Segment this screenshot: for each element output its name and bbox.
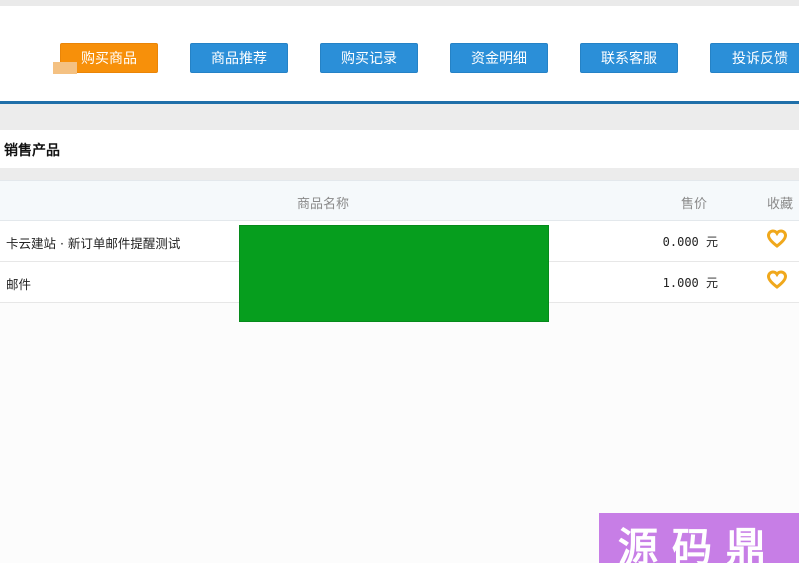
watermark-text: 源码鼎 — [618, 525, 780, 563]
divider-band — [0, 168, 799, 180]
divider-band — [0, 104, 799, 130]
recommended-products-button[interactable]: 商品推荐 — [190, 43, 288, 73]
button-badge — [53, 62, 77, 74]
redaction-overlay — [239, 225, 549, 322]
page-title: 销售产品 — [4, 143, 60, 159]
complaint-feedback-button[interactable]: 投诉反馈 — [710, 43, 799, 73]
product-price: 0.000 元 — [662, 235, 718, 249]
column-header-favorite: 收藏 — [767, 197, 794, 212]
column-header-price: 售价 — [681, 197, 708, 212]
purchase-records-button[interactable]: 购买记录 — [320, 43, 418, 73]
section-header: 销售产品 — [0, 130, 799, 168]
contact-support-button[interactable]: 联系客服 — [580, 43, 678, 73]
product-price: 1.000 元 — [662, 276, 718, 290]
watermark-logo: 源码鼎 — [599, 513, 799, 563]
product-name[interactable]: 邮件 — [6, 274, 31, 293]
heart-icon[interactable] — [766, 270, 788, 290]
top-navigation: 购买商品 商品推荐 购买记录 资金明细 联系客服 投诉反馈 — [0, 6, 799, 102]
heart-icon[interactable] — [766, 229, 788, 249]
product-name[interactable]: 卡云建站 · 新订单邮件提醒测试 — [6, 233, 180, 252]
table-header: 商品名称 售价 收藏 — [0, 180, 799, 221]
column-header-name: 商品名称 — [297, 197, 350, 212]
fund-details-button[interactable]: 资金明细 — [450, 43, 548, 73]
